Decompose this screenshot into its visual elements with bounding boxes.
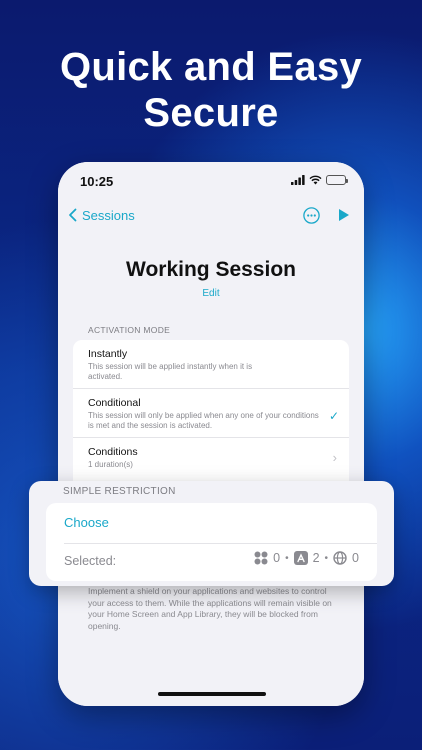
conditions-title: Conditions: [88, 446, 138, 458]
divider: [64, 543, 377, 544]
promo-headline: Quick and Easy Secure: [0, 44, 422, 136]
status-bar: 10:25: [58, 162, 364, 198]
wifi-icon: [309, 175, 322, 185]
more-options-icon[interactable]: [303, 206, 320, 224]
headline-line-2: Secure: [143, 91, 279, 135]
app-screen: 10:25 Sessions Working Session Edit ACTI…: [58, 162, 364, 706]
separator-dot: •: [285, 552, 289, 564]
simple-restriction-card: SIMPLE RESTRICTION Choose Selected: 0 • …: [29, 481, 394, 586]
separator-dot: •: [324, 552, 329, 564]
nav-actions: [303, 206, 354, 224]
session-title: Working Session: [126, 258, 296, 281]
restriction-group: Choose Selected: 0 • 2 • 0: [46, 503, 377, 581]
headline-line-1: Quick and Easy: [59, 45, 363, 89]
chevron-right-icon: ›: [332, 450, 337, 465]
checkmark-icon: ✓: [328, 409, 339, 423]
battery-icon: [326, 175, 348, 185]
choose-button[interactable]: Choose: [64, 515, 109, 530]
phone-frame: 10:25 Sessions Working Session Edit ACTI…: [58, 162, 364, 706]
conditions-row[interactable]: Conditions 1 duration(s) ›: [73, 438, 349, 476]
status-time: 10:25: [80, 173, 114, 189]
activation-mode-label: ACTIVATION MODE: [88, 325, 171, 335]
apps-count: 0: [273, 551, 281, 565]
back-button[interactable]: Sessions: [68, 208, 135, 223]
option-instantly[interactable]: Instantly This session will be applied i…: [73, 340, 349, 389]
option-subtitle: This session will be applied instantly w…: [88, 362, 253, 381]
activation-mode-group: Instantly This session will be applied i…: [73, 340, 349, 500]
play-icon[interactable]: [338, 208, 350, 222]
selected-counts: 0 • 2 • 0: [254, 551, 359, 565]
option-subtitle: This session will only be applied when a…: [88, 411, 319, 430]
edit-button[interactable]: Edit: [58, 288, 364, 299]
apps-grid-icon: [254, 551, 268, 565]
conditions-subtitle: 1 duration(s): [88, 460, 133, 469]
option-title: Instantly: [88, 348, 128, 360]
app-store-icon: [293, 551, 308, 565]
selected-label: Selected:: [64, 554, 117, 568]
restriction-footer-note: Implement a shield on your applications …: [88, 586, 332, 631]
home-indicator: [158, 692, 266, 696]
back-label: Sessions: [82, 207, 135, 223]
web-count: 0: [352, 551, 359, 565]
simple-restriction-label: SIMPLE RESTRICTION: [63, 486, 176, 497]
navigation-bar: Sessions: [58, 200, 364, 230]
option-title: Conditional: [88, 397, 141, 409]
chevron-left-icon: [69, 208, 77, 222]
globe-icon: [333, 551, 347, 565]
option-conditional[interactable]: Conditional This session will only be ap…: [73, 389, 349, 438]
status-icons: [291, 175, 348, 185]
categories-count: 2: [312, 551, 320, 565]
signal-icon: [291, 175, 305, 185]
